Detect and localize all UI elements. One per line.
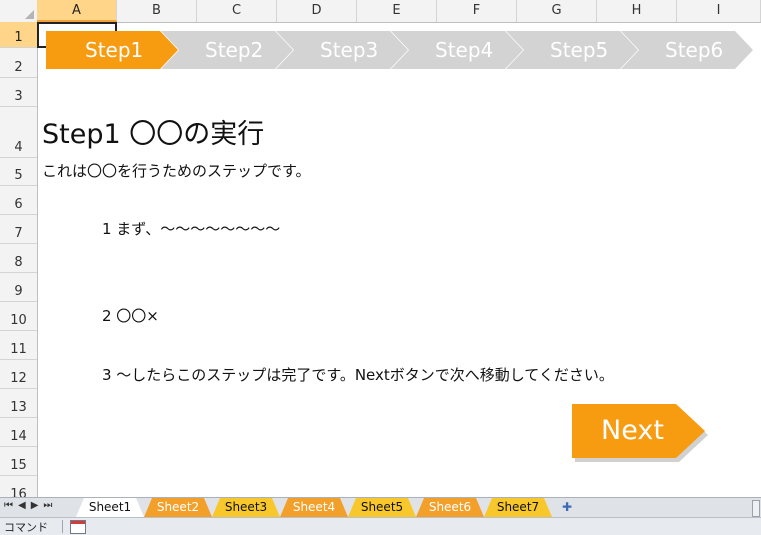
next-sheet-icon[interactable]: ▶ bbox=[31, 500, 44, 511]
row-header-5[interactable]: 5 bbox=[0, 158, 37, 186]
step-1-chevron[interactable]: Step1 bbox=[46, 31, 178, 69]
column-header-bar: A B C D E F G H I bbox=[0, 0, 761, 23]
sheet-tab-1[interactable]: Sheet1 bbox=[76, 498, 144, 517]
step-3-chevron[interactable]: Step3 bbox=[276, 31, 408, 69]
step-1-label: Step1 bbox=[85, 38, 144, 62]
macro-record-icon-bar bbox=[71, 521, 85, 524]
column-header-f[interactable]: F bbox=[437, 0, 517, 22]
sheet-tab-5[interactable]: Sheet5 bbox=[348, 498, 416, 517]
step-5-label: Step5 bbox=[550, 38, 609, 62]
row-header-8[interactable]: 8 bbox=[0, 244, 37, 273]
select-all-corner[interactable] bbox=[0, 0, 38, 22]
row-header-13[interactable]: 13 bbox=[0, 389, 37, 418]
row-header-15[interactable]: 15 bbox=[0, 447, 37, 476]
column-header-i[interactable]: I bbox=[677, 0, 761, 22]
column-header-b[interactable]: B bbox=[117, 0, 197, 22]
instruction-item-2: 2 〇〇× bbox=[102, 307, 159, 325]
row-header-4[interactable]: 4 bbox=[0, 107, 37, 158]
next-button-label: Next bbox=[601, 415, 664, 446]
row-header-9[interactable]: 9 bbox=[0, 273, 37, 302]
row-header-bar: 1 2 3 4 5 6 7 8 9 10 11 12 13 14 15 16 bbox=[0, 22, 38, 497]
sheet-tab-bar: ⏮◀▶⏭ Sheet1 Sheet2 Sheet3 Sheet4 Sheet5 … bbox=[0, 497, 761, 518]
step-description: これは〇〇を行うためのステップです。 bbox=[42, 162, 311, 180]
column-header-g[interactable]: G bbox=[517, 0, 597, 22]
row-header-12[interactable]: 12 bbox=[0, 360, 37, 389]
row-header-16[interactable]: 16 bbox=[0, 476, 37, 497]
step-6-chevron[interactable]: Step6 bbox=[621, 31, 753, 69]
sheet-navigation: ⏮◀▶⏭ bbox=[4, 500, 57, 511]
row-header-3[interactable]: 3 bbox=[0, 78, 37, 107]
page-title: Step1 〇〇の実行 bbox=[42, 119, 265, 150]
sheet-tab-2[interactable]: Sheet2 bbox=[144, 498, 212, 517]
sheet-tab-6[interactable]: Sheet6 bbox=[416, 498, 484, 517]
status-mode: コマンド bbox=[4, 521, 48, 534]
instruction-item-1: 1 まず、～～～～～～～～ bbox=[102, 220, 281, 238]
row-header-6[interactable]: 6 bbox=[0, 186, 37, 215]
step-4-label: Step4 bbox=[435, 38, 494, 62]
sheet-tab-4[interactable]: Sheet4 bbox=[280, 498, 348, 517]
select-all-icon bbox=[25, 10, 34, 19]
last-sheet-icon[interactable]: ⏭ bbox=[43, 500, 57, 511]
insert-sheet-icon[interactable]: ✚ bbox=[562, 500, 578, 514]
status-divider bbox=[62, 520, 63, 533]
instruction-item-3: 3 ～したらこのステップは完了です。Nextボタンで次へ移動してください。 bbox=[102, 366, 614, 384]
step-3-label: Step3 bbox=[320, 38, 379, 62]
row-header-14[interactable]: 14 bbox=[0, 418, 37, 447]
row-header-7[interactable]: 7 bbox=[0, 215, 37, 244]
row-header-11[interactable]: 11 bbox=[0, 331, 37, 360]
column-header-h[interactable]: H bbox=[597, 0, 677, 22]
status-bar: コマンド bbox=[0, 517, 761, 535]
column-header-e[interactable]: E bbox=[357, 0, 437, 22]
row-header-2[interactable]: 2 bbox=[0, 48, 37, 78]
step-2-label: Step2 bbox=[205, 38, 264, 62]
row-header-10[interactable]: 10 bbox=[0, 302, 37, 331]
column-header-d[interactable]: D bbox=[277, 0, 357, 22]
row-header-1[interactable]: 1 bbox=[0, 22, 37, 48]
column-header-c[interactable]: C bbox=[197, 0, 277, 22]
first-sheet-icon[interactable]: ⏮ bbox=[4, 500, 18, 511]
step-5-chevron[interactable]: Step5 bbox=[506, 31, 638, 69]
horizontal-scrollbar[interactable] bbox=[752, 500, 760, 517]
macro-record-icon[interactable] bbox=[70, 520, 86, 534]
step-4-chevron[interactable]: Step4 bbox=[391, 31, 523, 69]
sheet-tab-7[interactable]: Sheet7 bbox=[484, 498, 552, 517]
step-2-chevron[interactable]: Step2 bbox=[161, 31, 293, 69]
step-6-label: Step6 bbox=[665, 38, 724, 62]
column-header-a[interactable]: A bbox=[37, 0, 117, 22]
sheet-tab-3[interactable]: Sheet3 bbox=[212, 498, 280, 517]
prev-sheet-icon[interactable]: ◀ bbox=[18, 500, 31, 511]
